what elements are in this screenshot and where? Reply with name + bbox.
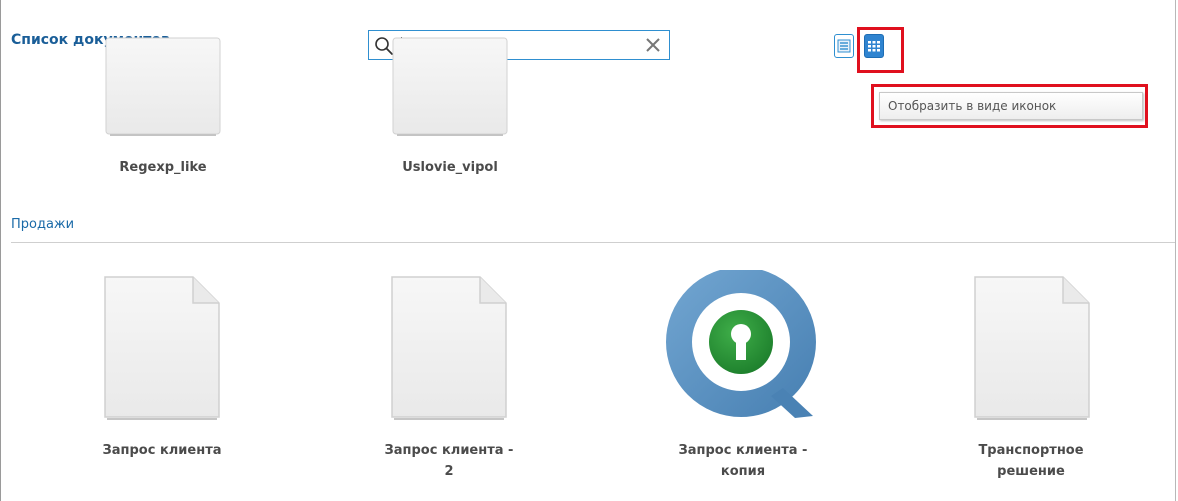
document-label: Запрос клиента - bbox=[678, 443, 808, 458]
highlight-tooltip bbox=[871, 84, 1148, 128]
list-view-button[interactable] bbox=[834, 34, 854, 58]
document-icon bbox=[104, 276, 220, 420]
section-divider bbox=[11, 242, 1175, 243]
document-label: Uslovie_vipol bbox=[402, 160, 498, 175]
clear-search-icon[interactable] bbox=[645, 37, 661, 57]
document-icon bbox=[392, 37, 508, 136]
document-icon bbox=[105, 37, 221, 136]
document-label: Запрос клиента bbox=[102, 443, 222, 458]
document-label-line2: 2 bbox=[444, 464, 454, 479]
document-icon bbox=[974, 276, 1090, 420]
document-icon bbox=[391, 276, 507, 420]
section-title: Продажи bbox=[11, 217, 75, 232]
document-label: Запрос клиента - bbox=[384, 443, 514, 458]
qlik-logo-icon bbox=[666, 270, 816, 418]
document-list-panel: Список документов Поиск Отобразить в вид… bbox=[0, 0, 1176, 501]
list-view-icon bbox=[837, 39, 851, 53]
document-label-line2: копия bbox=[720, 464, 766, 479]
highlight-grid-button bbox=[857, 27, 904, 73]
document-label-line2: решение bbox=[997, 464, 1065, 479]
document-label: Транспортное bbox=[978, 443, 1084, 458]
document-label: Regexp_like bbox=[119, 160, 207, 175]
